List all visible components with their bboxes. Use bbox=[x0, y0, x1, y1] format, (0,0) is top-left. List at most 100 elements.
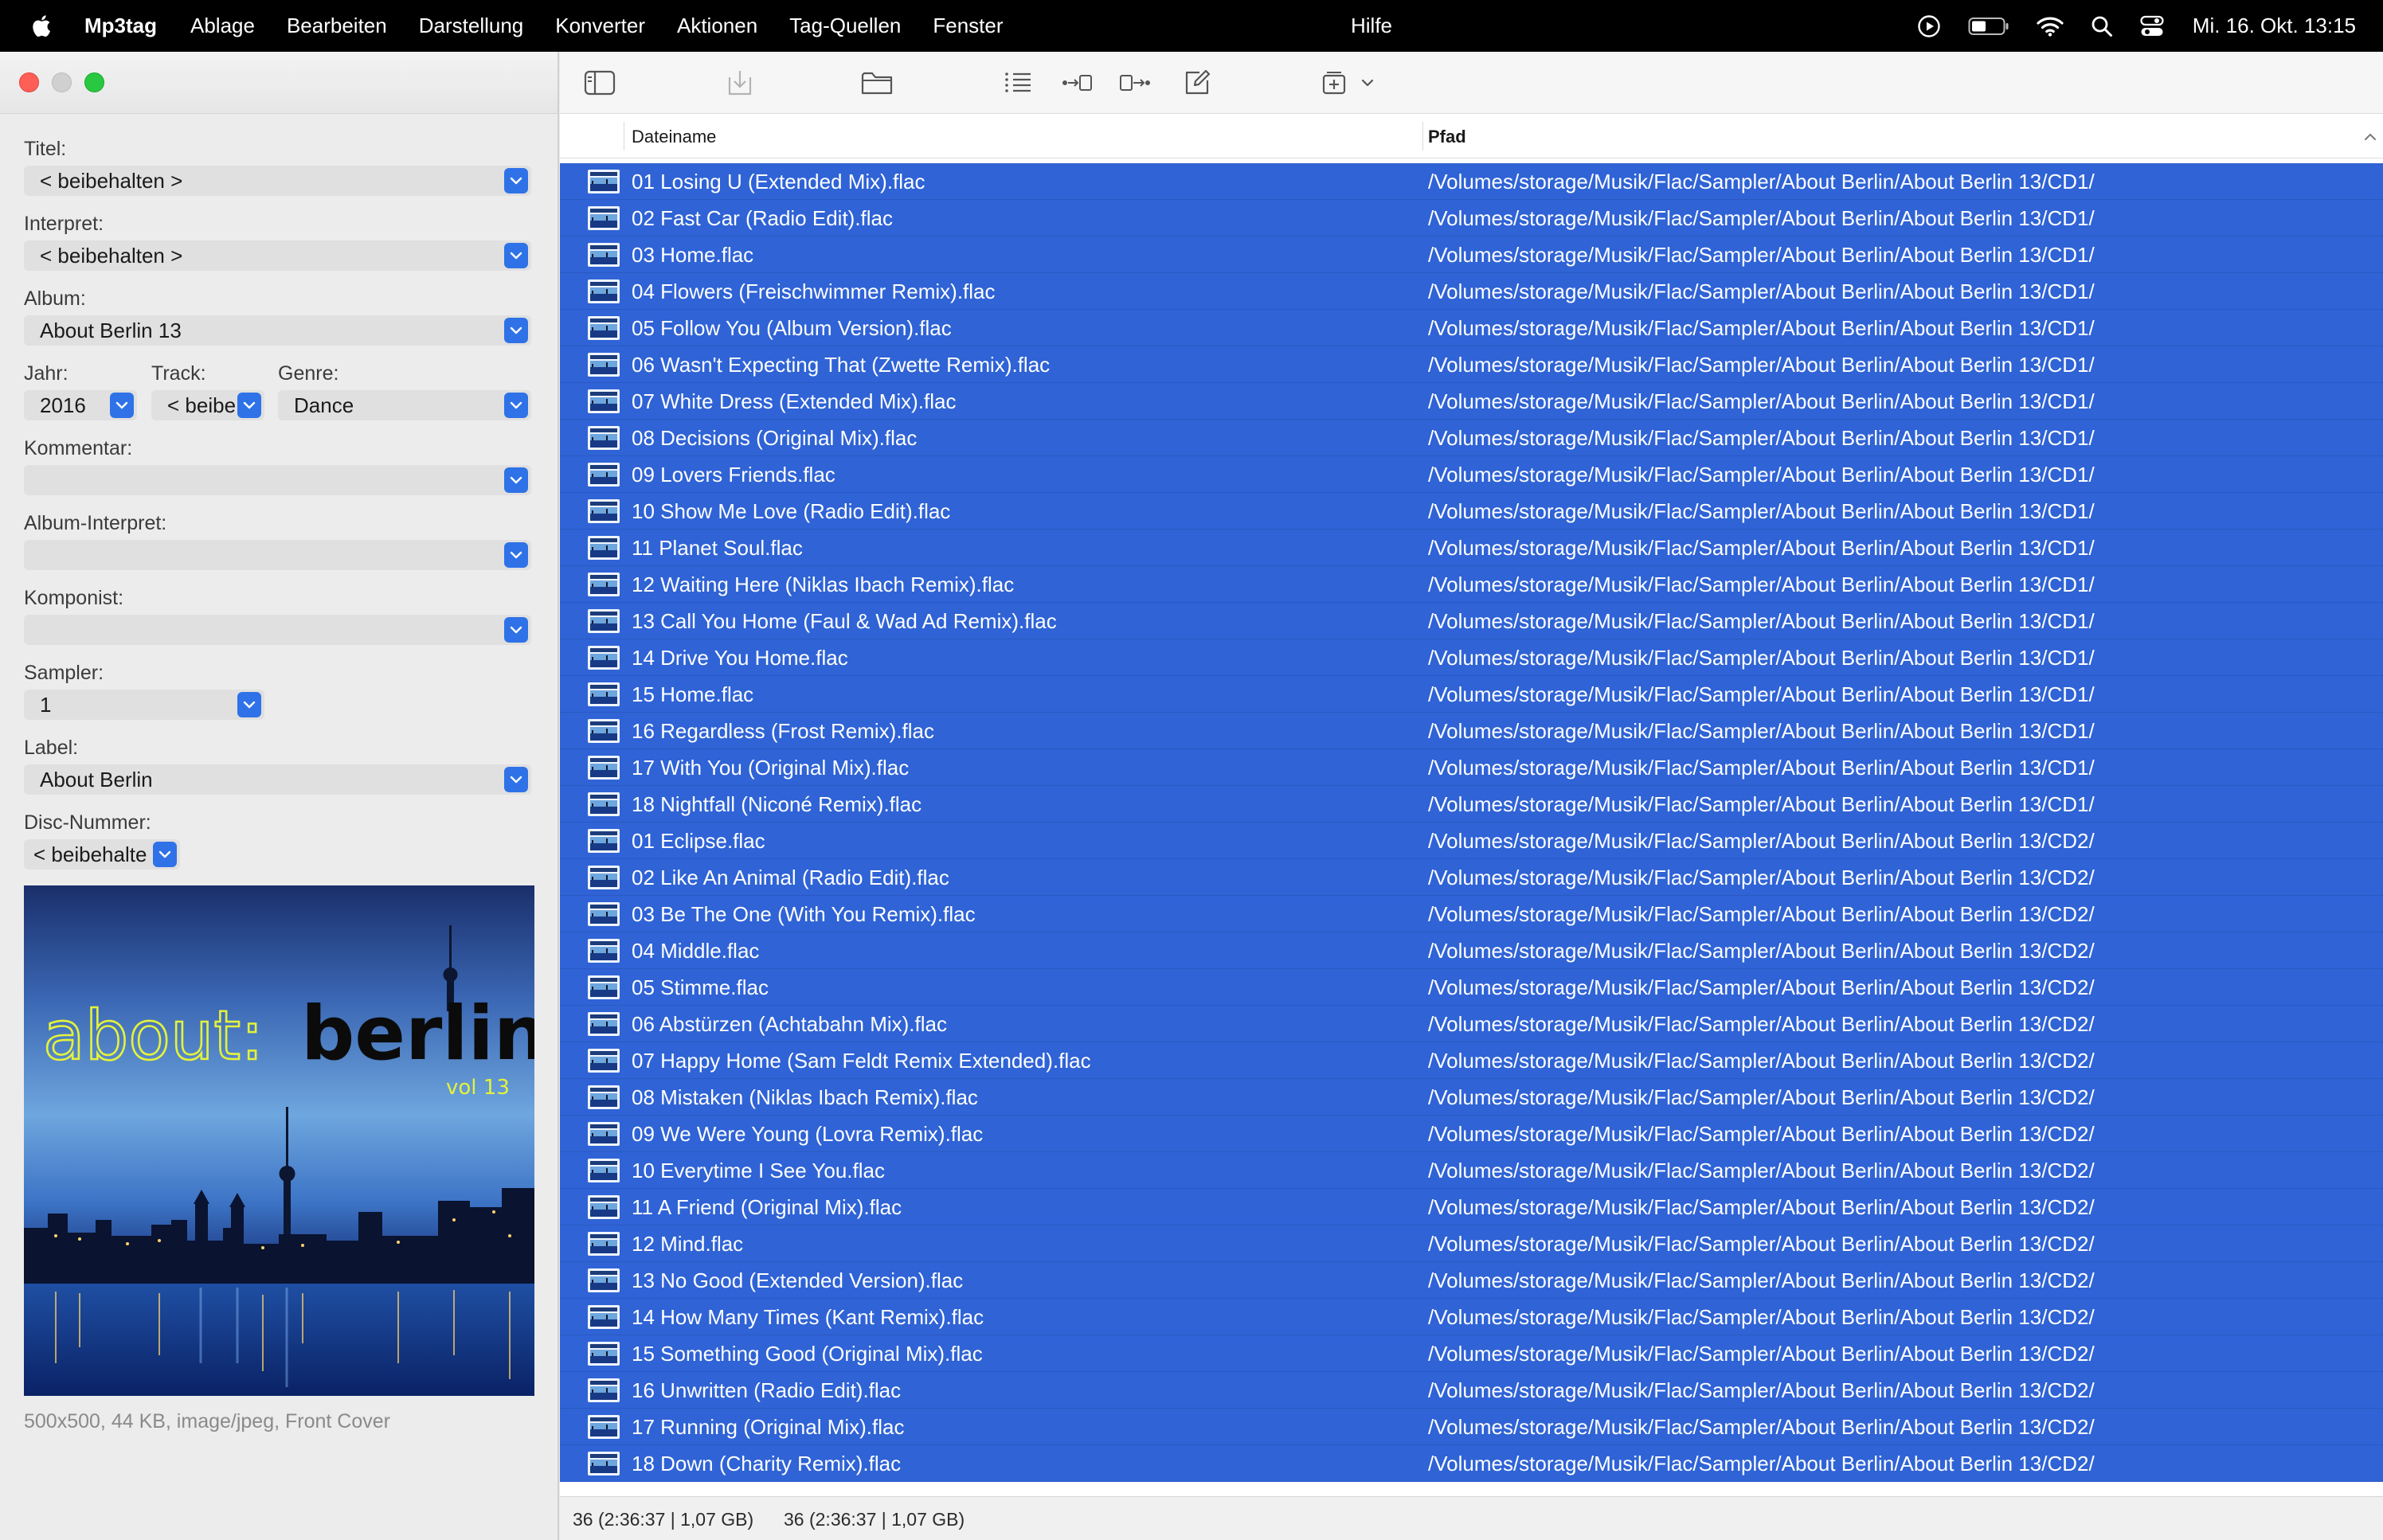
chevron-down-icon[interactable] bbox=[153, 842, 177, 867]
menu-fenster[interactable]: Fenster bbox=[933, 14, 1003, 38]
tag-to-filename-icon[interactable] bbox=[1062, 68, 1094, 98]
table-row[interactable]: 06 Abstürzen (Achtabahn Mix).flac/Volume… bbox=[560, 1006, 2383, 1042]
menu-darstellung[interactable]: Darstellung bbox=[419, 14, 524, 38]
comment-combobox[interactable] bbox=[24, 465, 531, 495]
table-row[interactable]: 04 Middle.flac/Volumes/storage/Musik/Fla… bbox=[560, 932, 2383, 969]
table-row[interactable]: 09 We Were Young (Lovra Remix).flac/Volu… bbox=[560, 1116, 2383, 1152]
numbered-list-icon[interactable] bbox=[1002, 68, 1034, 98]
table-row[interactable]: 08 Mistaken (Niklas Ibach Remix).flac/Vo… bbox=[560, 1079, 2383, 1116]
chevron-down-icon[interactable] bbox=[504, 542, 528, 568]
table-row[interactable]: 11 A Friend (Original Mix).flac/Volumes/… bbox=[560, 1189, 2383, 1225]
table-row[interactable]: 04 Flowers (Freischwimmer Remix).flac/Vo… bbox=[560, 273, 2383, 310]
chevron-down-icon[interactable] bbox=[237, 393, 261, 418]
table-row[interactable]: 13 No Good (Extended Version).flac/Volum… bbox=[560, 1262, 2383, 1299]
track-combobox[interactable]: < beibe bbox=[151, 390, 264, 420]
chevron-down-icon[interactable] bbox=[504, 467, 528, 493]
status-selected-count: 36 (2:36:37 | 1,07 GB) bbox=[573, 1509, 754, 1530]
table-row[interactable]: 14 How Many Times (Kant Remix).flac/Volu… bbox=[560, 1299, 2383, 1335]
edit-icon[interactable] bbox=[1181, 68, 1213, 98]
filename-to-tag-icon[interactable] bbox=[1119, 68, 1151, 98]
table-row[interactable]: 07 Happy Home (Sam Feldt Remix Extended)… bbox=[560, 1042, 2383, 1079]
sort-ascending-icon[interactable] bbox=[2364, 125, 2377, 146]
chevron-down-icon[interactable] bbox=[1358, 68, 1377, 98]
chevron-down-icon[interactable] bbox=[504, 617, 528, 643]
add-to-tag-icon[interactable] bbox=[1318, 68, 1350, 98]
menu-ablage[interactable]: Ablage bbox=[190, 14, 255, 38]
open-folder-icon[interactable] bbox=[861, 68, 893, 98]
audio-file-icon bbox=[587, 1339, 620, 1368]
spotlight-search-icon[interactable] bbox=[2091, 15, 2113, 37]
column-header-path[interactable]: Pfad bbox=[1428, 127, 1466, 147]
row-path: /Volumes/storage/Musik/Flac/Sampler/Abou… bbox=[1428, 1012, 2095, 1036]
menu-konverter[interactable]: Konverter bbox=[555, 14, 645, 38]
table-row[interactable]: 10 Show Me Love (Radio Edit).flac/Volume… bbox=[560, 493, 2383, 530]
menu-bearbeiten[interactable]: Bearbeiten bbox=[287, 14, 387, 38]
table-row[interactable]: 17 Running (Original Mix).flac/Volumes/s… bbox=[560, 1409, 2383, 1445]
table-row[interactable]: 08 Decisions (Original Mix).flac/Volumes… bbox=[560, 420, 2383, 456]
menu-aktionen[interactable]: Aktionen bbox=[677, 14, 757, 38]
menu-app-name[interactable]: Mp3tag bbox=[84, 14, 157, 38]
table-row[interactable]: 10 Everytime I See You.flac/Volumes/stor… bbox=[560, 1152, 2383, 1189]
track-label: Track: bbox=[151, 362, 206, 385]
table-row[interactable]: 09 Lovers Friends.flac/Volumes/storage/M… bbox=[560, 456, 2383, 493]
row-path: /Volumes/storage/Musik/Flac/Sampler/Abou… bbox=[1428, 1268, 2095, 1292]
chevron-down-icon[interactable] bbox=[504, 243, 528, 268]
table-row[interactable]: 03 Home.flac/Volumes/storage/Musik/Flac/… bbox=[560, 236, 2383, 273]
wifi-icon[interactable] bbox=[2037, 16, 2064, 37]
album-artist-combobox[interactable] bbox=[24, 540, 531, 570]
table-row[interactable]: 03 Be The One (With You Remix).flac/Volu… bbox=[560, 896, 2383, 932]
chevron-down-icon[interactable] bbox=[504, 767, 528, 792]
sampler-combobox[interactable]: 1 bbox=[24, 690, 264, 720]
year-combobox[interactable]: 2016 bbox=[24, 390, 137, 420]
table-row[interactable]: 15 Home.flac/Volumes/storage/Musik/Flac/… bbox=[560, 676, 2383, 713]
table-row[interactable]: 16 Unwritten (Radio Edit).flac/Volumes/s… bbox=[560, 1372, 2383, 1409]
chevron-down-icon[interactable] bbox=[504, 393, 528, 418]
row-path: /Volumes/storage/Musik/Flac/Sampler/Abou… bbox=[1428, 389, 2095, 413]
table-row[interactable]: 16 Regardless (Frost Remix).flac/Volumes… bbox=[560, 713, 2383, 749]
table-row[interactable]: 18 Nightfall (Niconé Remix).flac/Volumes… bbox=[560, 786, 2383, 823]
table-row[interactable]: 07 White Dress (Extended Mix).flac/Volum… bbox=[560, 383, 2383, 420]
album-cover-image[interactable]: about: berlin vol 13 bbox=[24, 885, 534, 1396]
table-row[interactable]: 01 Eclipse.flac/Volumes/storage/Musik/Fl… bbox=[560, 823, 2383, 859]
battery-icon[interactable] bbox=[1968, 16, 2009, 37]
zoom-window-button[interactable] bbox=[84, 72, 104, 92]
chevron-down-icon[interactable] bbox=[504, 318, 528, 343]
menu-tag-quellen[interactable]: Tag-Quellen bbox=[789, 14, 901, 38]
table-row[interactable]: 12 Waiting Here (Niklas Ibach Remix).fla… bbox=[560, 566, 2383, 603]
close-window-button[interactable] bbox=[19, 72, 39, 92]
title-combobox[interactable]: < beibehalten > bbox=[24, 166, 531, 196]
chevron-down-icon[interactable] bbox=[504, 168, 528, 193]
table-row[interactable]: 18 Down (Charity Remix).flac/Volumes/sto… bbox=[560, 1445, 2383, 1482]
table-row[interactable]: 05 Follow You (Album Version).flac/Volum… bbox=[560, 310, 2383, 346]
column-header-filename[interactable]: Dateiname bbox=[632, 127, 716, 147]
save-icon[interactable] bbox=[724, 68, 756, 98]
table-row[interactable]: 02 Like An Animal (Radio Edit).flac/Volu… bbox=[560, 859, 2383, 896]
disc-number-combobox[interactable]: < beibehalte bbox=[24, 839, 180, 870]
chevron-down-icon[interactable] bbox=[110, 393, 134, 418]
table-row[interactable]: 15 Something Good (Original Mix).flac/Vo… bbox=[560, 1335, 2383, 1372]
album-combobox[interactable]: About Berlin 13 bbox=[24, 315, 531, 346]
label-combobox[interactable]: About Berlin bbox=[24, 764, 531, 795]
table-row[interactable]: 13 Call You Home (Faul & Wad Ad Remix).f… bbox=[560, 603, 2383, 639]
chevron-down-icon[interactable] bbox=[237, 692, 261, 717]
composer-combobox[interactable] bbox=[24, 615, 531, 645]
table-row[interactable]: 06 Wasn't Expecting That (Zwette Remix).… bbox=[560, 346, 2383, 383]
table-row[interactable]: 17 With You (Original Mix).flac/Volumes/… bbox=[560, 749, 2383, 786]
genre-combobox[interactable]: Dance bbox=[278, 390, 531, 420]
toggle-sidebar-icon[interactable] bbox=[584, 68, 616, 98]
row-path: /Volumes/storage/Musik/Flac/Sampler/Abou… bbox=[1428, 1085, 2095, 1109]
now-playing-icon[interactable] bbox=[1917, 14, 1941, 38]
apple-menu-icon[interactable] bbox=[29, 13, 53, 40]
menu-hilfe[interactable]: Hilfe bbox=[1351, 14, 1392, 38]
artist-combobox[interactable]: < beibehalten > bbox=[24, 240, 531, 271]
table-row[interactable]: 11 Planet Soul.flac/Volumes/storage/Musi… bbox=[560, 530, 2383, 566]
minimize-window-button[interactable] bbox=[52, 72, 72, 92]
table-row[interactable]: 01 Losing U (Extended Mix).flac/Volumes/… bbox=[560, 163, 2383, 200]
row-filename: 07 Happy Home (Sam Feldt Remix Extended)… bbox=[632, 1049, 1091, 1073]
table-row[interactable]: 12 Mind.flac/Volumes/storage/Musik/Flac/… bbox=[560, 1225, 2383, 1262]
table-row[interactable]: 02 Fast Car (Radio Edit).flac/Volumes/st… bbox=[560, 200, 2383, 236]
table-row[interactable]: 05 Stimme.flac/Volumes/storage/Musik/Fla… bbox=[560, 969, 2383, 1006]
table-row[interactable]: 14 Drive You Home.flac/Volumes/storage/M… bbox=[560, 639, 2383, 676]
menubar-clock[interactable]: Mi. 16. Okt. 13:15 bbox=[2193, 14, 2356, 38]
control-center-icon[interactable] bbox=[2140, 15, 2164, 37]
